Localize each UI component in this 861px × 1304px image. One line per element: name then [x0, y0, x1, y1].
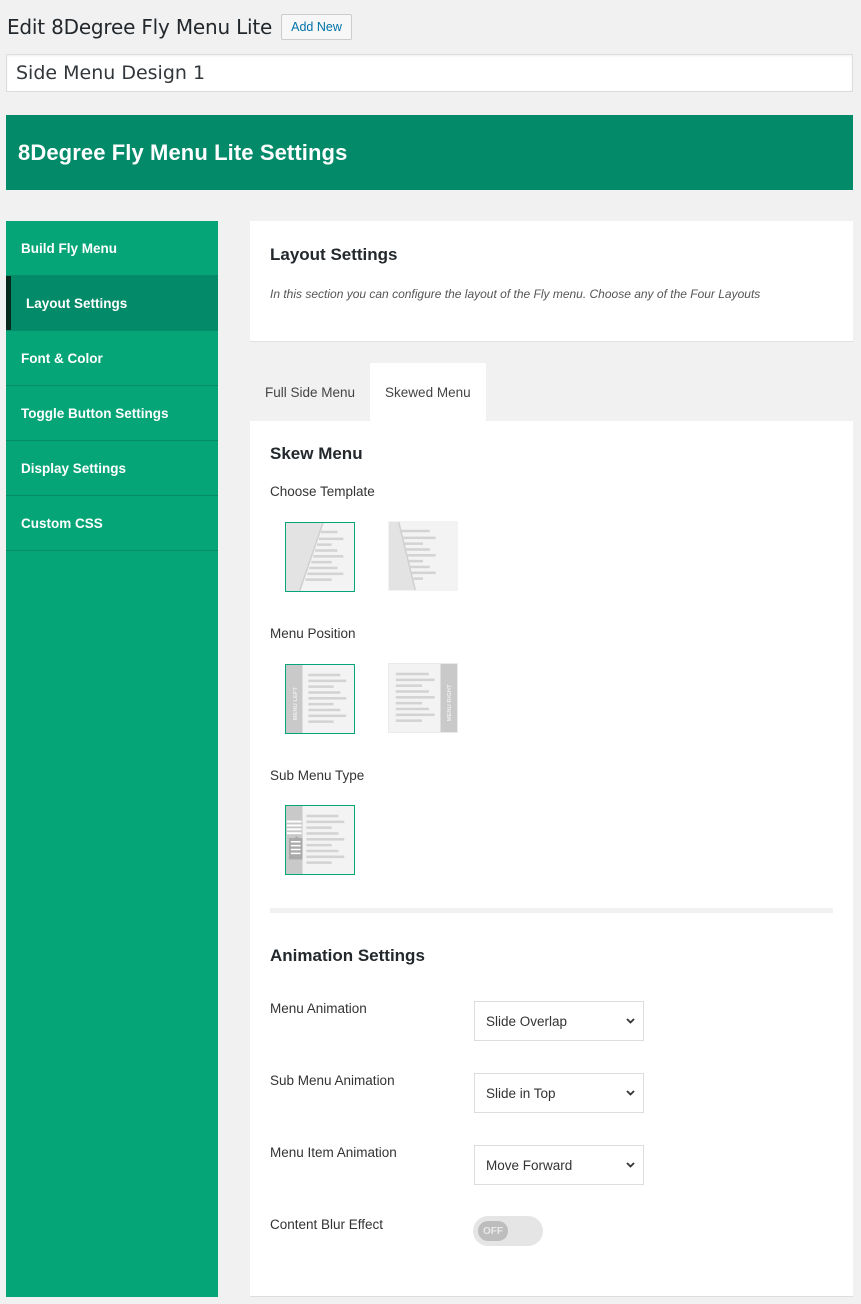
page-title: Edit 8Degree Fly Menu Lite	[7, 15, 273, 39]
sidebar-item-custom-css[interactable]: Custom CSS	[6, 496, 218, 551]
chevron-down-icon	[625, 1160, 635, 1170]
sidebar-item-toggle-button-settings[interactable]: Toggle Button Settings	[6, 386, 218, 441]
settings-banner: 8Degree Fly Menu Lite Settings	[6, 115, 853, 190]
menu-position-label: Menu Position	[270, 626, 356, 641]
skew-template-1-icon[interactable]	[285, 522, 355, 592]
sidebar-item-display-settings[interactable]: Display Settings	[6, 441, 218, 496]
tab-full-side-menu[interactable]: Full Side Menu	[250, 363, 370, 421]
banner-title: 8Degree Fly Menu Lite Settings	[18, 139, 348, 165]
add-new-button[interactable]: Add New	[281, 14, 352, 40]
sidebar-item-label: Display Settings	[21, 460, 127, 476]
sub-menu-type-label: Sub Menu Type	[270, 768, 365, 783]
layout-tabs: Full Side Menu Skewed Menu	[250, 363, 486, 421]
toggle-knob: OFF	[478, 1221, 508, 1241]
layout-settings-title: Layout Settings	[270, 245, 398, 264]
sidebar-item-label: Custom CSS	[21, 515, 103, 531]
section-divider	[270, 908, 833, 913]
sidebar-item-label: Font & Color	[21, 350, 103, 366]
layout-settings-description: In this section you can configure the la…	[270, 287, 761, 301]
animation-settings-heading: Animation Settings	[270, 946, 425, 965]
menu-animation-select[interactable]: Slide Overlap	[474, 1001, 644, 1041]
menu-left-icon[interactable]: MENU LEFT	[285, 664, 355, 734]
sidebar-item-label: Layout Settings	[26, 295, 128, 311]
chevron-down-icon	[625, 1016, 635, 1026]
menu-item-animation-select[interactable]: Move Forward	[474, 1145, 644, 1185]
sub-menu-animation-select[interactable]: Slide in Top	[474, 1073, 644, 1113]
menu-right-icon[interactable]: MENU RIGHT	[388, 663, 458, 733]
skew-menu-heading: Skew Menu	[270, 444, 363, 463]
sub-menu-type-icon[interactable]	[285, 805, 355, 875]
chevron-down-icon	[625, 1088, 635, 1098]
choose-template-label: Choose Template	[270, 484, 375, 499]
sidebar-item-layout-settings[interactable]: Layout Settings	[6, 276, 218, 331]
menu-animation-value: Slide Overlap	[486, 1013, 568, 1029]
skew-template-2-icon[interactable]	[388, 521, 458, 591]
menu-item-animation-value: Move Forward	[486, 1157, 573, 1173]
content-blur-toggle[interactable]: OFF	[473, 1216, 543, 1246]
sub-menu-animation-label: Sub Menu Animation	[270, 1073, 395, 1088]
tab-skewed-menu[interactable]: Skewed Menu	[370, 363, 486, 421]
menu-left-text: MENU LEFT	[293, 687, 299, 721]
sidebar-item-label: Build Fly Menu	[21, 240, 117, 256]
post-title-input[interactable]	[6, 54, 853, 92]
layout-settings-panel: Layout Settings In this section you can …	[250, 221, 853, 342]
menu-item-animation-label: Menu Item Animation	[270, 1145, 397, 1160]
sidebar-item-label: Toggle Button Settings	[21, 405, 169, 421]
page-header: Edit 8Degree Fly Menu Lite Add New	[7, 14, 352, 40]
skewed-menu-panel: Skew Menu Choose Template Menu Position …	[250, 421, 853, 1297]
menu-right-text: MENU RIGHT	[447, 684, 453, 721]
sub-menu-animation-value: Slide in Top	[486, 1085, 556, 1101]
content-blur-effect-label: Content Blur Effect	[270, 1217, 384, 1232]
sidebar-item-build-fly-menu[interactable]: Build Fly Menu	[6, 221, 218, 276]
sidebar-item-font-color[interactable]: Font & Color	[6, 331, 218, 386]
settings-sidebar: Build Fly Menu Layout Settings Font & Co…	[6, 221, 218, 1297]
menu-animation-label: Menu Animation	[270, 1001, 367, 1016]
